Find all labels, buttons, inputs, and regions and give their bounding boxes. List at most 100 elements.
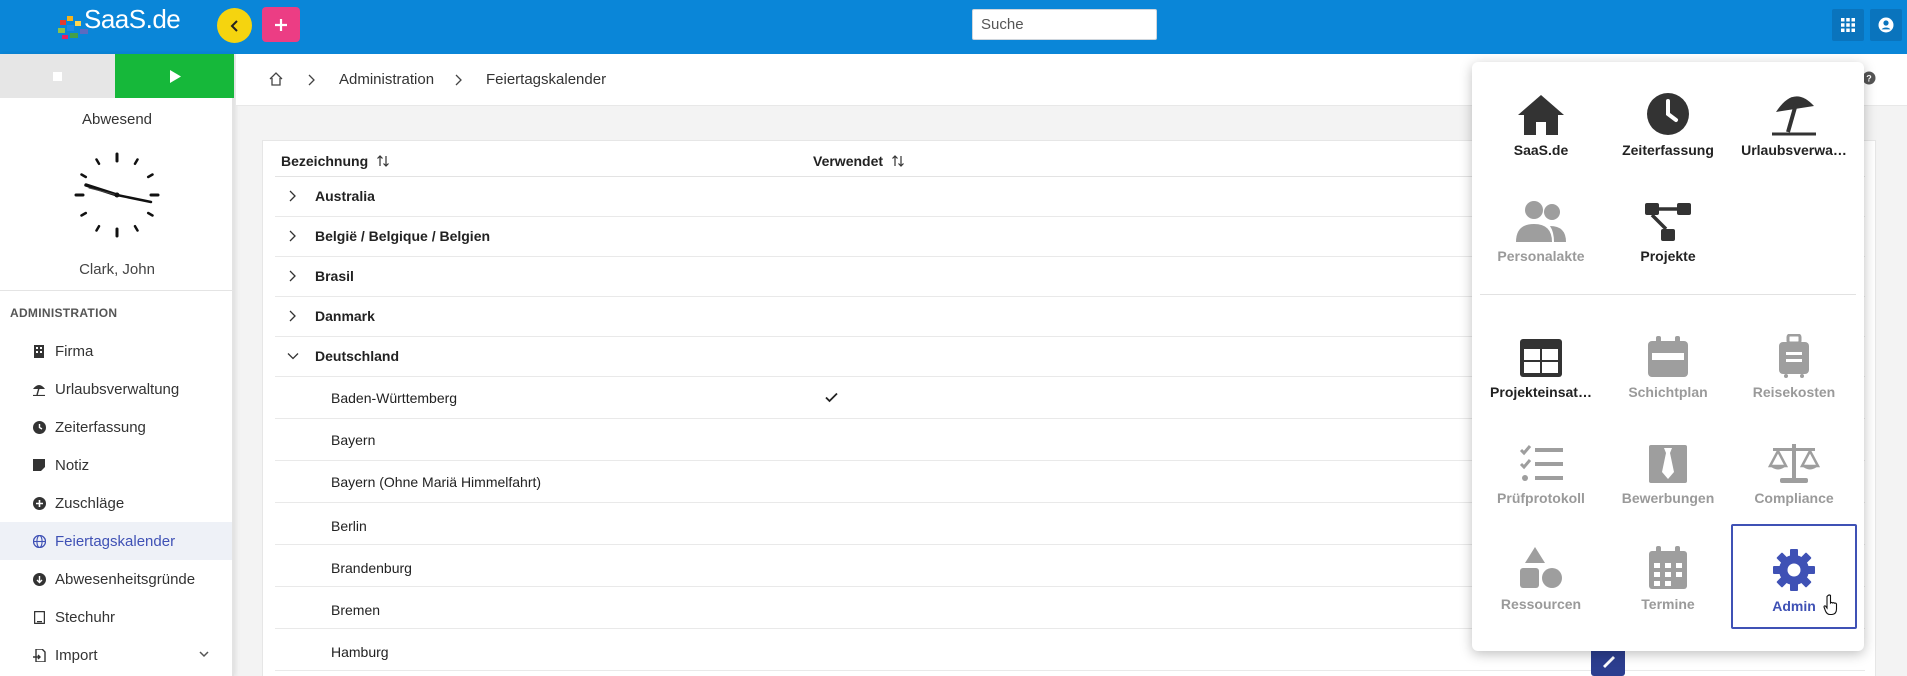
logo-text: SaaS.de (84, 4, 181, 34)
app-tile-zeiterfassung[interactable]: Zeiterfassung (1608, 70, 1728, 170)
top-bar: SaaS.de (0, 0, 1907, 54)
sidebar-divider (0, 290, 234, 291)
clock-icon (1647, 93, 1689, 135)
sidebar-item-label: Stechuhr (55, 608, 116, 626)
row-label: Hamburg (331, 644, 389, 660)
saas-logo[interactable]: SaaS.de (56, 4, 186, 44)
chevron-down-icon[interactable] (287, 350, 299, 362)
account-button[interactable] (1870, 9, 1902, 41)
shapes-icon (1520, 547, 1562, 588)
collapse-sidebar-button[interactable] (217, 8, 252, 43)
time-tracking-controls (0, 54, 234, 98)
row-label: Brandenburg (331, 560, 412, 576)
chevron-right-icon[interactable] (287, 230, 297, 242)
user-name: Clark, John (79, 261, 155, 278)
sidebar-item-label: Feiertagskalender (55, 532, 176, 550)
column-header-label: Verwendet (813, 153, 884, 169)
sidebar-item-label: Firma (55, 342, 94, 360)
app-tile-personalakte[interactable]: Personalakte (1481, 176, 1601, 276)
app-tile-termine[interactable]: Termine (1608, 524, 1728, 624)
row-label: Berlin (331, 518, 367, 534)
app-tile-ressourcen[interactable]: Ressourcen (1481, 524, 1601, 624)
presence-status: Abwesend (81, 111, 153, 128)
app-tile-label: Ressourcen (1500, 596, 1582, 612)
apps-grid-icon (1841, 18, 1855, 32)
sidebar-item-abwesenheitsgruende[interactable]: Abwesenheitsgründe (0, 560, 232, 598)
column-header-verwendet[interactable]: Verwendet (813, 153, 905, 169)
apps-menu-divider (1480, 294, 1856, 295)
arrow-down-circle-icon (32, 572, 46, 586)
tie-icon (1649, 445, 1687, 483)
app-tile-schichtplan[interactable]: Schichtplan (1608, 312, 1728, 412)
start-button[interactable] (115, 54, 234, 98)
column-header-label: Bezeichnung (281, 153, 369, 169)
column-header-bezeichnung[interactable]: Bezeichnung (281, 153, 390, 169)
help-icon[interactable]: ? (1862, 71, 1876, 85)
app-tile-reisekosten[interactable]: Reisekosten (1734, 312, 1854, 412)
chevron-right-icon[interactable] (287, 190, 297, 202)
chevron-right-icon[interactable] (287, 270, 297, 282)
row-label: België / Belgique / Belgien (315, 228, 491, 244)
app-tile-admin[interactable]: Admin (1731, 524, 1857, 629)
calendar-grid-icon (1649, 546, 1687, 589)
chevron-down-icon (199, 651, 209, 658)
sidebar-item-zeiterfassung[interactable]: Zeiterfassung (0, 408, 232, 446)
sidebar-item-import[interactable]: Import (0, 636, 232, 674)
sidebar-item-label: Import (55, 646, 98, 664)
row-label: Bremen (331, 602, 381, 618)
sidebar: Abwesend Clark, John ADMINISTRATION Firm… (0, 54, 234, 676)
checklist-icon (1519, 445, 1563, 481)
chevron-right-icon (455, 74, 462, 86)
app-tile-label: Termine (1641, 596, 1695, 612)
sidebar-item-zuschlaege[interactable]: Zuschläge (0, 484, 232, 522)
building-icon (32, 344, 46, 358)
app-tile-label: Admin (1772, 598, 1816, 614)
sidebar-item-feiertagskalender[interactable]: Feiertagskalender (0, 522, 232, 560)
app-tile-bewerbungen[interactable]: Bewerbungen (1608, 418, 1728, 518)
row-label: Danmark (315, 308, 375, 324)
sidebar-section-title: ADMINISTRATION (10, 306, 118, 320)
app-tile-label: Personalakte (1497, 248, 1585, 264)
file-import-icon (32, 648, 46, 662)
analog-clock-icon (73, 151, 161, 239)
clock-icon (32, 420, 46, 434)
sidebar-item-notiz[interactable]: Notiz (0, 446, 232, 484)
sidebar-item-label: Abwesenheitsgründe (55, 570, 196, 588)
add-button[interactable] (262, 7, 300, 42)
row-label: Deutschland (315, 348, 400, 364)
gear-icon (1773, 549, 1815, 591)
chevron-right-icon (308, 74, 315, 86)
sidebar-item-urlaubsverwaltung[interactable]: Urlaubsverwaltung (0, 370, 232, 408)
svg-text:?: ? (1866, 74, 1872, 84)
app-tile-projekte[interactable]: Projekte (1608, 176, 1728, 276)
sidebar-item-firma[interactable]: Firma (0, 332, 232, 370)
app-tile-label: SaaS.de (1513, 142, 1569, 158)
chevron-right-icon[interactable] (287, 310, 297, 322)
plus-icon (275, 18, 287, 31)
breadcrumb-item-administration[interactable]: Administration (339, 71, 434, 88)
stop-button[interactable] (0, 54, 115, 98)
plus-circle-icon (32, 496, 46, 510)
app-tile-urlaubsverwaltung[interactable]: Urlaubsverwa… (1734, 70, 1854, 170)
beach-umbrella-icon (32, 382, 46, 396)
apps-menu-button[interactable] (1832, 9, 1864, 41)
app-tile-label: Compliance (1754, 490, 1834, 506)
home-icon[interactable] (268, 71, 284, 87)
row-label: Bayern (331, 432, 376, 448)
sidebar-item-label: Urlaubsverwaltung (55, 380, 180, 398)
sidebar-item-label: Zeiterfassung (55, 418, 146, 436)
checkmark-icon (825, 392, 838, 403)
sidebar-item-stechuhr[interactable]: Stechuhr (0, 598, 232, 636)
sort-icon (377, 155, 390, 167)
home-icon (1518, 95, 1564, 135)
apps-menu: SaaS.de Zeiterfassung Urlaubsverwa… Pers… (1472, 62, 1864, 651)
app-tile-saas[interactable]: SaaS.de (1481, 70, 1601, 170)
play-icon (169, 69, 181, 83)
app-tile-pruefprotokoll[interactable]: Prüfprotokoll (1481, 418, 1601, 518)
search-input[interactable] (972, 9, 1157, 40)
row-label: Baden-Württemberg (331, 390, 458, 406)
app-tile-compliance[interactable]: Compliance (1734, 418, 1854, 518)
row-label: Bayern (Ohne Mariä Himmelfahrt) (331, 474, 542, 490)
calendar-icon (1648, 336, 1688, 377)
app-tile-projekteinsatz[interactable]: Projekteinsat… (1481, 312, 1601, 412)
